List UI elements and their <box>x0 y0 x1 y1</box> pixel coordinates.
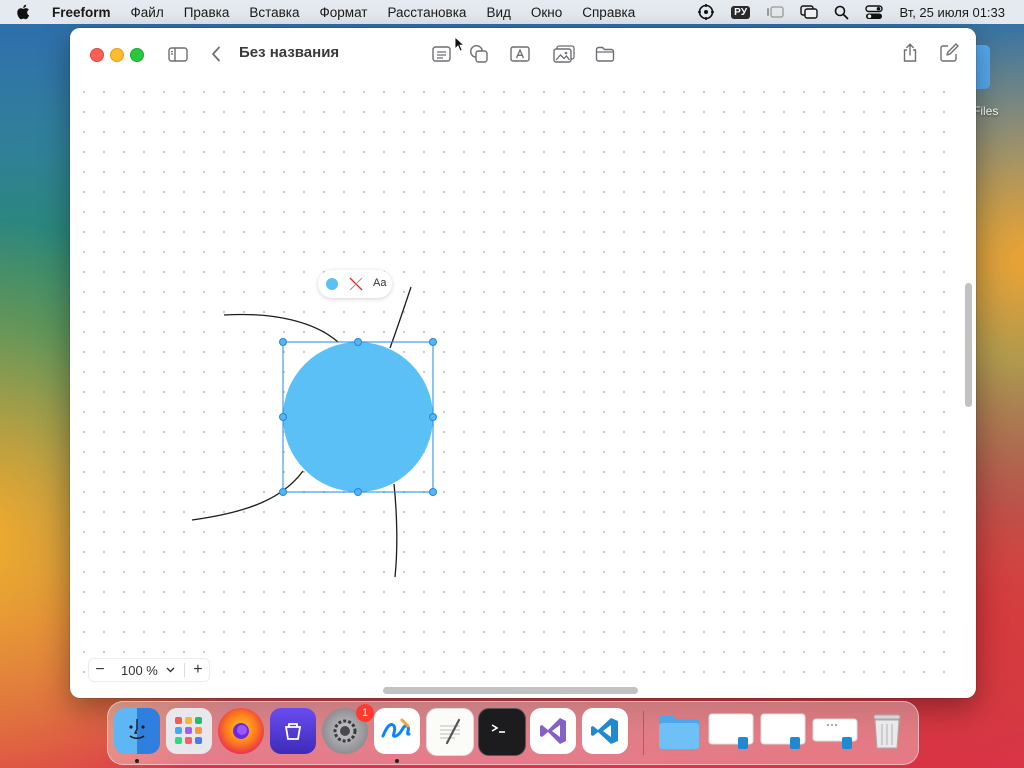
minimized-window-thumbnail[interactable] <box>812 708 858 754</box>
shapes-icon[interactable] <box>468 43 490 65</box>
dock-separator <box>643 711 644 755</box>
menu-app-name[interactable]: Freeform <box>52 5 111 20</box>
menu-insert[interactable]: Вставка <box>249 5 299 20</box>
menu-window[interactable]: Окно <box>531 5 562 20</box>
zoom-window-button[interactable] <box>130 48 144 62</box>
stage-manager-icon[interactable] <box>766 5 785 19</box>
connector-line[interactable] <box>389 286 412 349</box>
no-stroke-icon[interactable] <box>349 277 363 291</box>
sidebar-toggle-icon[interactable] <box>167 44 189 64</box>
menu-extras: РУ Вт, 25 июля 01:33 <box>697 0 1024 24</box>
connector-line[interactable] <box>191 470 304 521</box>
screen-mirroring-icon[interactable] <box>800 5 819 19</box>
circle-shape[interactable] <box>283 342 433 492</box>
back-chevron-icon[interactable] <box>208 44 224 64</box>
control-center-icon[interactable] <box>865 4 884 20</box>
menu-bar: Freeform Файл Правка Вставка Формат Расс… <box>0 0 1024 24</box>
zoom-divider <box>183 663 185 677</box>
input-source-indicator[interactable]: РУ <box>731 5 751 19</box>
minimize-window-button[interactable] <box>110 48 124 62</box>
board-canvas[interactable]: Aa − 100 % + <box>70 80 962 683</box>
canvas-drawing <box>191 286 437 578</box>
mouse-cursor-icon <box>454 35 466 55</box>
folder-icon[interactable] <box>594 44 616 64</box>
app-icon[interactable] <box>270 708 316 754</box>
system-settings-icon[interactable]: 1 <box>322 704 374 754</box>
zoom-out-button[interactable]: − <box>91 661 109 679</box>
menu-view[interactable]: Вид <box>486 5 510 20</box>
media-icon[interactable] <box>552 43 576 65</box>
textedit-icon[interactable] <box>426 708 474 756</box>
fill-color-button[interactable] <box>326 278 338 290</box>
close-window-button[interactable] <box>90 48 104 62</box>
notification-badge: 1 <box>356 704 374 722</box>
connector-line[interactable] <box>393 483 398 578</box>
minimized-window-thumbnail[interactable] <box>760 708 806 754</box>
menu-help[interactable]: Справка <box>582 5 635 20</box>
sticky-note-icon[interactable] <box>430 44 452 64</box>
finder-icon[interactable] <box>114 708 160 754</box>
terminal-icon[interactable] <box>478 708 526 756</box>
zoom-level[interactable]: 100 % <box>109 663 162 678</box>
freeform-app-icon[interactable] <box>374 708 420 754</box>
menu-file[interactable]: Файл <box>131 5 164 20</box>
minimized-window-thumbnail[interactable] <box>708 708 754 754</box>
downloads-folder-icon[interactable] <box>656 708 702 754</box>
accessibility-icon[interactable] <box>697 3 715 21</box>
share-icon[interactable] <box>899 42 921 64</box>
chevron-down-icon[interactable] <box>162 661 180 679</box>
desktop-item-label[interactable]: Files <box>973 104 998 118</box>
menu-clock[interactable]: Вт, 25 июля 01:33 <box>899 5 1005 20</box>
menu-edit[interactable]: Правка <box>184 5 230 20</box>
menu-arrange[interactable]: Расстановка <box>387 5 466 20</box>
horizontal-scrollbar[interactable] <box>383 687 638 694</box>
connector-line[interactable] <box>223 313 339 343</box>
shape-format-popover: Aa <box>318 270 392 298</box>
apple-icon[interactable] <box>16 4 34 20</box>
text-format-button[interactable]: Aa <box>373 277 386 289</box>
input-source-label: РУ <box>731 5 751 19</box>
vscode-icon[interactable] <box>582 708 628 754</box>
vertical-scrollbar[interactable] <box>965 283 972 407</box>
firefox-icon[interactable] <box>218 708 264 754</box>
zoom-in-button[interactable]: + <box>189 661 207 679</box>
freeform-window: Без названия Aa − 100 % + <box>70 28 976 698</box>
trash-icon[interactable] <box>864 708 910 754</box>
zoom-control: − 100 % + <box>88 658 210 682</box>
spotlight-search-icon[interactable] <box>834 5 849 20</box>
dock: 1 <box>107 701 919 765</box>
visual-studio-icon[interactable] <box>530 708 576 754</box>
text-box-icon[interactable] <box>509 44 531 64</box>
freeform-running-indicator <box>395 759 399 763</box>
finder-running-indicator <box>135 759 139 763</box>
menu-format[interactable]: Формат <box>320 5 368 20</box>
board-title[interactable]: Без названия <box>239 44 339 61</box>
launchpad-icon[interactable] <box>166 708 212 754</box>
window-toolbar: Без названия <box>70 28 976 80</box>
new-board-icon[interactable] <box>938 42 960 64</box>
